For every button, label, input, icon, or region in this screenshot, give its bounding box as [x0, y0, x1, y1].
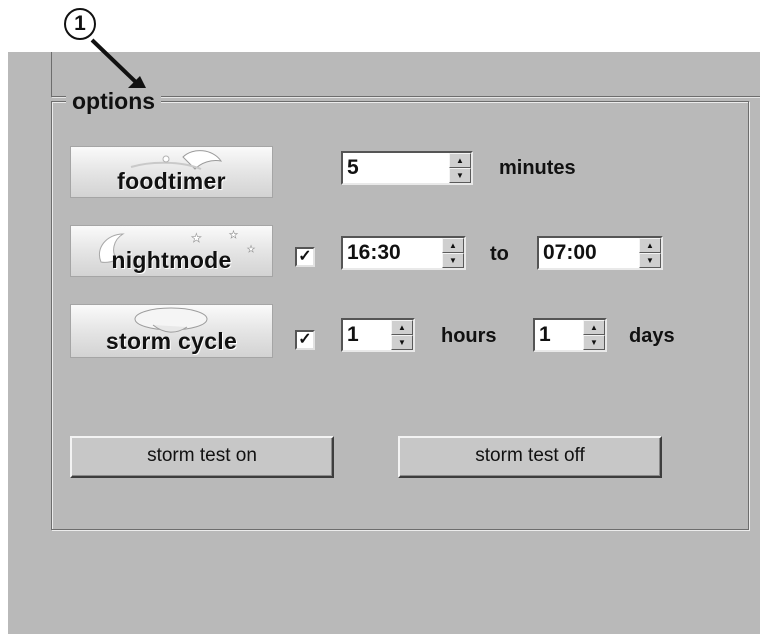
storm-days-spinbox[interactable]: ▲ ▼ — [533, 318, 607, 352]
spin-up-icon[interactable]: ▲ — [449, 153, 471, 168]
storm-hours-spin-buttons: ▲ ▼ — [391, 320, 413, 350]
foodtimer-spin-buttons: ▲ ▼ — [449, 153, 471, 183]
storm-days-spin-buttons: ▲ ▼ — [583, 320, 605, 350]
spin-down-icon[interactable]: ▼ — [391, 335, 413, 350]
spin-up-icon[interactable]: ▲ — [442, 238, 464, 253]
storm-test-off-button[interactable]: storm test off — [398, 436, 662, 478]
nightmode-from-spin-buttons: ▲ ▼ — [442, 238, 464, 268]
nightmode-to-spin-buttons: ▲ ▼ — [639, 238, 661, 268]
foodtimer-banner: foodtimer — [70, 146, 273, 198]
spin-down-icon[interactable]: ▼ — [442, 253, 464, 268]
nightmode-to-label: to — [490, 243, 509, 265]
nightmode-from-spinbox[interactable]: ▲ ▼ — [341, 236, 466, 270]
storm-test-on-button[interactable]: storm test on — [70, 436, 334, 478]
options-group-label: options — [66, 88, 162, 114]
nightmode-checkbox[interactable]: ✓ — [295, 247, 315, 267]
spin-up-icon[interactable]: ▲ — [391, 320, 413, 335]
storm-cycle-checkbox[interactable]: ✓ — [295, 330, 315, 350]
storm-cycle-banner-label: storm cycle — [105, 328, 238, 354]
spin-down-icon[interactable]: ▼ — [449, 168, 471, 183]
foodtimer-unit-label: minutes — [499, 157, 576, 179]
callout-number: 1 — [64, 8, 96, 40]
nightmode-banner: ★ ★ ★ nightmode — [70, 225, 273, 277]
svg-text:★: ★ — [229, 230, 238, 241]
storm-hours-label: hours — [441, 325, 497, 347]
nightmode-to-spinbox[interactable]: ▲ ▼ — [537, 236, 663, 270]
foodtimer-spinbox[interactable]: ▲ ▼ — [341, 151, 473, 185]
storm-days-label: days — [629, 325, 675, 347]
spin-up-icon[interactable]: ▲ — [639, 238, 661, 253]
spin-down-icon[interactable]: ▼ — [639, 253, 661, 268]
storm-cycle-banner: storm cycle — [70, 304, 273, 358]
storm-hours-spinbox[interactable]: ▲ ▼ — [341, 318, 415, 352]
svg-text:★: ★ — [191, 231, 202, 245]
foodtimer-banner-label: foodtimer — [117, 168, 226, 194]
spin-down-icon[interactable]: ▼ — [583, 335, 605, 350]
nightmode-banner-label: nightmode — [111, 247, 232, 273]
spin-up-icon[interactable]: ▲ — [583, 320, 605, 335]
